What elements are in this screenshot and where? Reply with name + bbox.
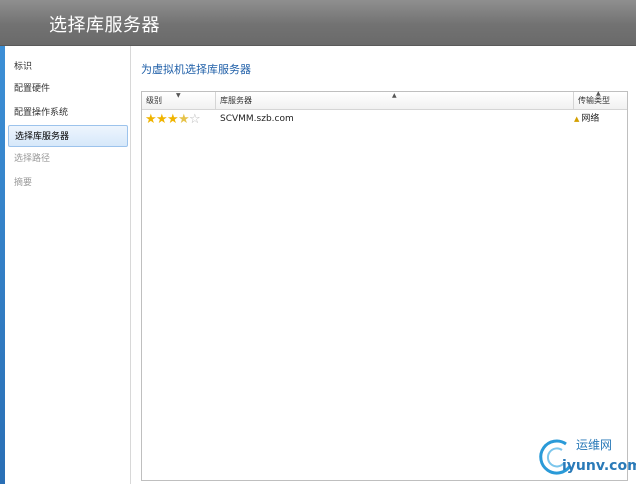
- server-name-cell: SCVMM.szb.com: [220, 114, 294, 124]
- column-header-transfer-type[interactable]: 传输类型 ▲: [574, 90, 627, 110]
- sort-arrow-icon: ▲: [596, 90, 601, 97]
- column-header-transfer-label: 传输类型: [578, 96, 610, 105]
- sidebar-item-summary: 摘要: [14, 178, 33, 188]
- transfer-type-cell: ▲ 网络: [574, 111, 599, 128]
- site-watermark: 运维网 iyunv.com: [534, 430, 636, 482]
- wizard-sidebar: 标识 配置硬件 配置操作系统 选择库服务器 选择路径 摘要: [5, 46, 131, 484]
- table-header: 级别 ▼ 库服务器 ▲ 传输类型 ▲: [142, 90, 627, 110]
- rating-stars: ★★★★☆: [145, 112, 201, 127]
- window-header: 选择库服务器: [0, 0, 636, 46]
- sidebar-item-identity[interactable]: 标识: [8, 56, 128, 78]
- column-header-server-label: 库服务器: [220, 96, 252, 105]
- watermark-text-cn: 运维网: [576, 438, 613, 452]
- page-title: 为虚拟机选择库服务器: [141, 63, 251, 76]
- star-icon: ★: [156, 112, 168, 127]
- sidebar-item-configure-os[interactable]: 配置操作系统: [8, 102, 128, 124]
- star-icon: ★: [167, 112, 179, 127]
- column-header-server[interactable]: 库服务器 ▲: [216, 92, 574, 110]
- star-icon: ★: [178, 112, 190, 127]
- column-header-rating-label: 级别: [146, 96, 162, 105]
- sidebar-item-select-path: 选择路径: [14, 154, 51, 164]
- column-header-rating[interactable]: 级别 ▼: [142, 92, 216, 110]
- window-title: 选择库服务器: [49, 15, 160, 36]
- network-transfer-icon: ▲: [574, 115, 580, 123]
- star-icon: ☆: [189, 112, 201, 127]
- table-row[interactable]: ★★★★☆ SCVMM.szb.com ▲ 网络: [142, 111, 627, 128]
- watermark-text-domain: iyunv.com: [562, 458, 636, 474]
- sort-arrow-icon: ▼: [176, 92, 181, 99]
- star-icon: ★: [145, 112, 157, 127]
- sidebar-item-select-library-server[interactable]: 选择库服务器: [8, 125, 128, 147]
- sidebar-item-configure-hardware[interactable]: 配置硬件: [8, 78, 128, 100]
- library-server-table: 级别 ▼ 库服务器 ▲ 传输类型 ▲ ★★★★☆ SCVMM.szb.com ▲…: [141, 91, 628, 481]
- transfer-type-label: 网络: [581, 114, 600, 124]
- sort-arrow-icon: ▲: [392, 92, 397, 99]
